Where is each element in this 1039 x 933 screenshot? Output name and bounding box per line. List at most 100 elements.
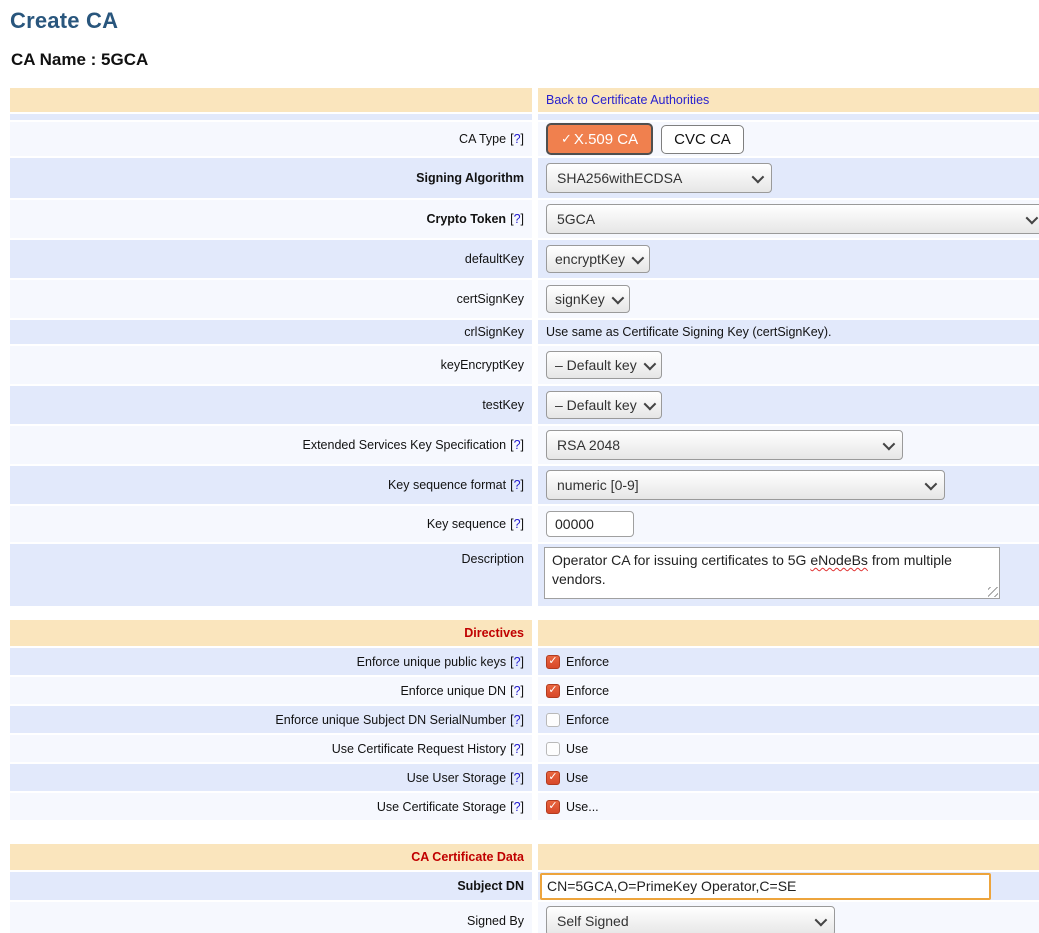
signed-by-select[interactable]: Self Signed: [546, 906, 835, 933]
crypto-token-help: [?]: [510, 212, 524, 226]
row-use-user-storage: Use User Storage [?] ✓ Use: [10, 764, 1039, 791]
row-enforce-unique-subject-dn-serialnumber: Enforce unique Subject DN SerialNumber […: [10, 706, 1039, 733]
back-to-certificate-authorities-link[interactable]: Back to Certificate Authorities: [546, 93, 709, 107]
row-signing-algorithm: Signing Algorithm SHA256withECDSA: [10, 158, 1039, 198]
row-key-sequence-format: Key sequence format [?] numeric [0-9]: [10, 466, 1039, 504]
page-title: Create CA: [10, 8, 1039, 34]
row-description: Description Operator CA for issuing cert…: [10, 544, 1039, 606]
description-textarea[interactable]: Operator CA for issuing certificates to …: [544, 547, 1000, 599]
key-sequence-format-select[interactable]: numeric [0-9]: [546, 470, 945, 500]
signing-algorithm-select[interactable]: SHA256withECDSA: [546, 163, 772, 193]
row-use-certificate-storage: Use Certificate Storage [?] ✓ Use...: [10, 793, 1039, 820]
row-use-certificate-request-history: Use Certificate Request History [?] ✓ Us…: [10, 735, 1039, 762]
check-icon: ✓: [561, 131, 572, 147]
row-key-encrypt-key: keyEncryptKey – Default key: [10, 346, 1039, 384]
row-crl-sign-key: crlSignKey Use same as Certificate Signi…: [10, 320, 1039, 344]
signing-algorithm-label: Signing Algorithm: [10, 158, 532, 198]
signed-by-label: Signed By: [10, 902, 532, 933]
section-ca-certificate-data: CA Certificate Data Subject DN CN=5GCA,O…: [10, 844, 1039, 933]
row-default-key: defaultKey encryptKey: [10, 240, 1039, 278]
chevron-down-icon: [1026, 211, 1039, 224]
row-enforce-unique-public-keys: Enforce unique public keys [?] ✓ Enforce: [10, 648, 1039, 675]
key-sequence-help-link[interactable]: ?: [514, 517, 521, 531]
directive-label: Use Certificate Request History: [332, 742, 506, 756]
key-sequence-label: Key sequence: [427, 517, 506, 531]
directives-title: Directives: [10, 620, 532, 646]
row-cert-sign-key: certSignKey signKey: [10, 280, 1039, 318]
chevron-down-icon: [925, 477, 938, 490]
directive-help-link[interactable]: ?: [514, 713, 521, 727]
chevron-down-icon: [632, 251, 645, 264]
key-sequence-format-help: [?]: [510, 478, 524, 492]
row-signed-by: Signed By Self Signed: [10, 902, 1039, 933]
directives-header-row: Directives: [10, 620, 1039, 646]
row-ext-services-key-spec: Extended Services Key Specification [?] …: [10, 426, 1039, 464]
directive-label: Enforce unique public keys: [357, 655, 506, 669]
use-certificate-request-history-checkbox[interactable]: ✓: [546, 742, 560, 756]
key-sequence-input[interactable]: 00000: [546, 511, 634, 537]
crypto-token-label: Crypto Token: [426, 212, 506, 226]
subject-dn-label: Subject DN: [10, 872, 532, 900]
ca-name-subtitle: CA Name : 5GCA: [11, 50, 1039, 70]
key-encrypt-key-select[interactable]: – Default key: [546, 351, 662, 379]
enforce-unique-public-keys-checkbox[interactable]: ✓: [546, 655, 560, 669]
use-certificate-storage-checkbox[interactable]: ✓: [546, 800, 560, 814]
row-crypto-token: Crypto Token [?] 5GCA: [10, 200, 1039, 238]
directive-help-link[interactable]: ?: [514, 742, 521, 756]
subject-dn-input[interactable]: CN=5GCA,O=PrimeKey Operator,C=SE: [540, 873, 991, 900]
key-sequence-format-label: Key sequence format: [388, 478, 506, 492]
test-key-select[interactable]: – Default key: [546, 391, 662, 419]
directive-label: Use User Storage: [407, 771, 506, 785]
crypto-token-select[interactable]: 5GCA: [546, 204, 1039, 234]
row-test-key: testKey – Default key: [10, 386, 1039, 424]
cert-sign-key-select[interactable]: signKey: [546, 285, 630, 313]
enforce-unique-subject-dn-serialnumber-checkbox[interactable]: ✓: [546, 713, 560, 727]
directive-help-link[interactable]: ?: [514, 771, 521, 785]
chevron-down-icon: [643, 397, 656, 410]
directive-help-link[interactable]: ?: [514, 684, 521, 698]
directive-label: Enforce unique DN: [400, 684, 506, 698]
ext-services-key-spec-label: Extended Services Key Specification: [302, 438, 506, 452]
row-ca-type: CA Type [?] ✓ X.509 CA CVC CA: [10, 122, 1039, 156]
ext-services-help: [?]: [510, 438, 524, 452]
default-key-select[interactable]: encryptKey: [546, 245, 650, 273]
crl-sign-key-note: Use same as Certificate Signing Key (cer…: [538, 320, 1039, 344]
chevron-down-icon: [815, 913, 828, 926]
use-user-storage-checkbox[interactable]: ✓: [546, 771, 560, 785]
directive-help-link[interactable]: ?: [514, 655, 521, 669]
section-directives: Directives Enforce unique public keys [?…: [10, 620, 1039, 820]
ca-certificate-data-title: CA Certificate Data: [10, 844, 532, 870]
x509-ca-button[interactable]: ✓ X.509 CA: [546, 123, 653, 155]
crypto-token-help-link[interactable]: ?: [514, 212, 521, 226]
row-key-sequence: Key sequence [?] 00000: [10, 506, 1039, 542]
test-key-label: testKey: [10, 386, 532, 424]
key-sequence-format-help-link[interactable]: ?: [514, 478, 521, 492]
spacer-row: [10, 114, 1039, 120]
enforce-unique-dn-checkbox[interactable]: ✓: [546, 684, 560, 698]
description-label: Description: [10, 544, 532, 606]
ca-type-label: CA Type: [459, 132, 506, 146]
create-ca-page: Create CA CA Name : 5GCA Back to Certifi…: [0, 0, 1039, 933]
cvc-ca-button[interactable]: CVC CA: [661, 125, 744, 154]
default-key-label: defaultKey: [10, 240, 532, 278]
ca-type-help-link[interactable]: ?: [514, 132, 521, 146]
ca-type-help: [?]: [510, 132, 524, 146]
chevron-down-icon: [611, 291, 624, 304]
row-enforce-unique-dn: Enforce unique DN [?] ✓ Enforce: [10, 677, 1039, 704]
chevron-down-icon: [643, 357, 656, 370]
crl-sign-key-label: crlSignKey: [10, 320, 532, 344]
chevron-down-icon: [752, 170, 765, 183]
key-encrypt-key-label: keyEncryptKey: [10, 346, 532, 384]
chevron-down-icon: [883, 437, 896, 450]
ext-services-help-link[interactable]: ?: [514, 438, 521, 452]
directive-label: Use Certificate Storage: [377, 800, 506, 814]
section-ca-settings: Back to Certificate Authorities CA Type …: [10, 88, 1039, 606]
ext-services-key-spec-select[interactable]: RSA 2048: [546, 430, 903, 460]
directive-help-link[interactable]: ?: [514, 800, 521, 814]
ca-certificate-data-header-row: CA Certificate Data: [10, 844, 1039, 870]
key-sequence-help: [?]: [510, 517, 524, 531]
row-subject-dn: Subject DN CN=5GCA,O=PrimeKey Operator,C…: [10, 872, 1039, 900]
cert-sign-key-label: certSignKey: [10, 280, 532, 318]
directive-label: Enforce unique Subject DN SerialNumber: [275, 713, 506, 727]
table-header-row: Back to Certificate Authorities: [10, 88, 1039, 112]
